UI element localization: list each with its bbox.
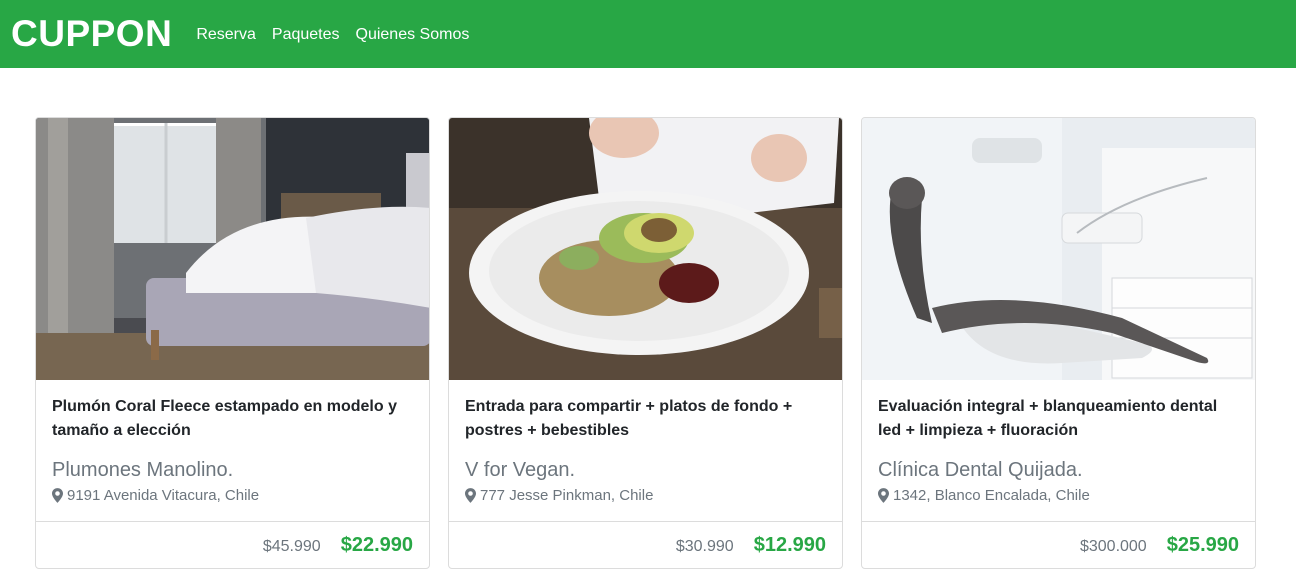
address-text: 9191 Avenida Vitacura, Chile	[67, 487, 260, 504]
merchant-name: Plumones Manolino.	[52, 459, 234, 481]
card-footer: $300.000 $25.990	[862, 521, 1255, 568]
old-price: $45.990	[262, 537, 321, 555]
merchant-name: Clínica Dental Quijada.	[878, 459, 1083, 481]
nav-links: Reserva Paquetes Quienes Somos	[196, 26, 485, 44]
deal-title[interactable]: Plumón Coral Fleece estampado en modelo …	[52, 395, 413, 445]
deal-title[interactable]: Evaluación integral + blanqueamiento den…	[878, 395, 1239, 445]
vegan-salad-photo[interactable]	[449, 118, 842, 380]
map-marker-icon	[878, 488, 889, 503]
nav-link-reserva[interactable]: Reserva	[196, 26, 256, 44]
brand-logo[interactable]: CUPPON	[11, 13, 172, 55]
nav-link-quienes-somos[interactable]: Quienes Somos	[356, 26, 470, 44]
deal-card[interactable]: Entrada para compartir + platos de fondo…	[448, 117, 843, 569]
address: 9191 Avenida Vitacura, Chile	[52, 487, 413, 504]
new-price: $22.990	[340, 533, 413, 556]
deal-card[interactable]: Evaluación integral + blanqueamiento den…	[861, 117, 1256, 569]
map-marker-icon	[52, 488, 63, 503]
address: 1342, Blanco Encalada, Chile	[878, 487, 1239, 504]
card-footer: $30.990 $12.990	[449, 521, 842, 568]
bedroom-photo[interactable]	[36, 118, 429, 380]
navbar: CUPPON Reserva Paquetes Quienes Somos	[0, 0, 1296, 68]
address: 777 Jesse Pinkman, Chile	[465, 487, 826, 504]
address-text: 777 Jesse Pinkman, Chile	[480, 487, 654, 504]
dental-chair-photo[interactable]	[862, 118, 1255, 380]
address-text: 1342, Blanco Encalada, Chile	[893, 487, 1090, 504]
old-price: $30.990	[675, 537, 734, 555]
new-price: $12.990	[753, 533, 826, 556]
old-price: $300.000	[1079, 537, 1147, 555]
new-price: $25.990	[1166, 533, 1239, 556]
merchant-name: V for Vegan.	[465, 459, 576, 481]
deal-card[interactable]: Plumón Coral Fleece estampado en modelo …	[35, 117, 430, 569]
map-marker-icon	[465, 488, 476, 503]
deal-title[interactable]: Entrada para compartir + platos de fondo…	[465, 395, 826, 445]
card-footer: $45.990 $22.990	[36, 521, 429, 568]
nav-link-paquetes[interactable]: Paquetes	[272, 26, 340, 44]
